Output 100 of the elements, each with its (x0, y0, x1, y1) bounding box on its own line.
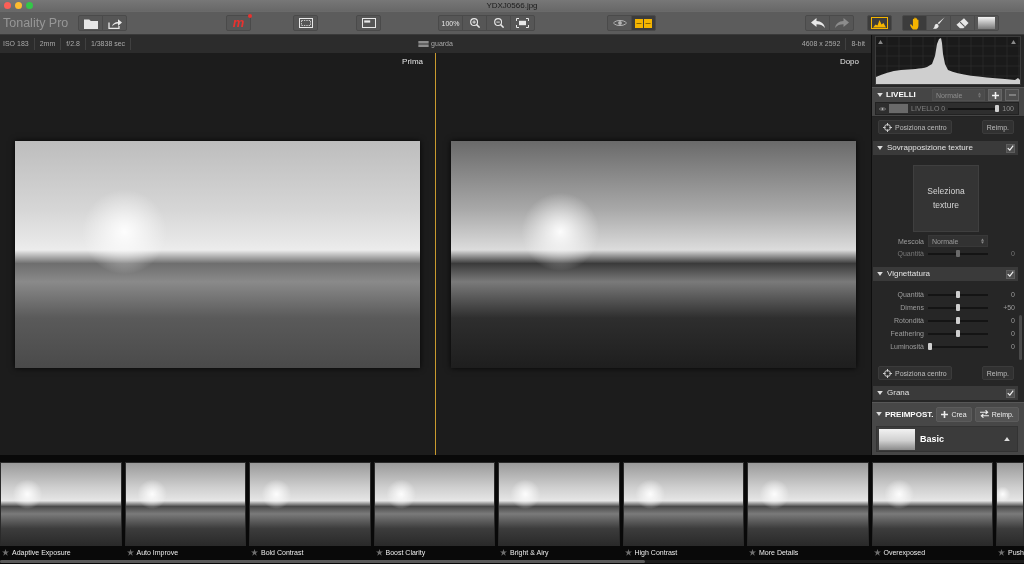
window-icon (361, 18, 376, 28)
preset-thumbnail (879, 428, 915, 450)
stepper-icon (978, 92, 981, 98)
hand-icon (909, 16, 920, 30)
scrollbar-track[interactable] (0, 560, 1024, 563)
checkmark-icon (1007, 271, 1014, 277)
triangle-icon[interactable] (1011, 40, 1016, 44)
export-button[interactable] (102, 15, 127, 31)
plus-icon (991, 91, 999, 99)
slider-thumb[interactable] (928, 343, 932, 350)
disclosure-triangle-icon[interactable] (877, 146, 883, 150)
gradient-icon (978, 17, 995, 29)
corners-icon (516, 18, 529, 28)
window-title: YDXJ0566.jpg (486, 0, 538, 11)
disclosure-triangle-icon[interactable] (877, 391, 883, 395)
section-header[interactable]: Grana (873, 386, 1018, 400)
target-icon (883, 122, 892, 132)
disclosure-triangle-icon[interactable] (877, 93, 883, 97)
star-icon[interactable] (873, 549, 881, 556)
slider-thumb[interactable] (956, 330, 960, 337)
open-button[interactable] (78, 15, 103, 31)
eraser-icon (956, 17, 969, 29)
star-icon[interactable] (749, 549, 756, 556)
star-icon[interactable] (998, 549, 1005, 556)
compare-label: Prima (402, 57, 423, 67)
preset-thumbnail[interactable] (498, 462, 620, 546)
star-icon[interactable] (251, 549, 258, 556)
section-header[interactable]: Vignettatura (873, 267, 1018, 281)
section-title: Vignettatura (887, 269, 930, 279)
scrollbar-thumb[interactable] (1019, 315, 1022, 360)
triangle-icon[interactable] (878, 40, 883, 44)
checkmark-icon (1007, 390, 1014, 396)
zoom-out-icon (493, 18, 504, 28)
minimize-button[interactable] (15, 2, 22, 9)
preset-thumbnail[interactable] (249, 462, 371, 546)
histogram-toggle-button[interactable] (867, 15, 892, 31)
split-view-icon (635, 18, 652, 28)
preset-thumbnail[interactable] (124, 462, 246, 546)
folder-icon (83, 17, 98, 29)
gradient-tool-button[interactable] (974, 15, 999, 31)
plus-icon (941, 410, 949, 418)
zoom-in-button[interactable] (462, 15, 487, 31)
section-header[interactable]: Sovrapposizione texture (873, 141, 1018, 155)
undo-icon (810, 18, 825, 28)
section-title: LIVELLI (886, 90, 916, 100)
preset-thumbnail[interactable] (622, 462, 744, 546)
panel-button[interactable] (356, 15, 381, 31)
slider-track[interactable] (948, 105, 1000, 112)
checkbox[interactable] (1006, 388, 1015, 398)
checkbox[interactable] (1006, 143, 1015, 153)
star-icon[interactable] (624, 549, 632, 556)
preset-thumbnail[interactable] (747, 462, 869, 546)
slider-thumb[interactable] (956, 317, 960, 324)
scrollbar-thumb[interactable] (0, 560, 645, 563)
eye-icon (612, 19, 627, 27)
frame-button[interactable] (293, 15, 318, 31)
checkmark-icon (1007, 145, 1014, 151)
caret-up-icon (1004, 437, 1010, 441)
redo-icon (834, 18, 849, 28)
disclosure-triangle-icon[interactable] (876, 412, 882, 416)
preset-name: Basic (920, 434, 946, 444)
add-layer-button[interactable] (988, 89, 1002, 101)
section-title: Grana (887, 388, 910, 398)
brush-icon (932, 17, 945, 29)
preset-thumbnail[interactable] (373, 462, 495, 546)
stacked-bars-icon (418, 41, 430, 47)
section-title: PREIMPOST. (885, 409, 934, 419)
slider-thumb[interactable] (956, 304, 960, 311)
preset-thumbnail[interactable] (0, 462, 122, 546)
slider-thumb[interactable] (956, 291, 960, 298)
zoom-out-button[interactable] (486, 15, 511, 31)
preset-thumbnail[interactable] (996, 462, 1024, 546)
stepper-icon (981, 238, 984, 244)
eye-icon[interactable] (879, 106, 886, 111)
frame-icon (298, 18, 313, 28)
star-icon[interactable] (500, 549, 507, 556)
section-title: Sovrapposizione texture (887, 143, 973, 153)
preset-item[interactable]: Basic (876, 426, 1018, 452)
target-icon (883, 368, 892, 378)
swap-arrows-icon (979, 410, 989, 418)
star-icon[interactable] (375, 549, 383, 556)
disclosure-triangle-icon[interactable] (877, 272, 883, 276)
slider-track[interactable] (928, 343, 988, 350)
brush-tool-button[interactable] (926, 15, 951, 31)
texture-select-button[interactable]: Seleziona texture (913, 165, 979, 232)
box-arrow-icon (107, 17, 122, 29)
split-mode-button[interactable] (631, 15, 656, 31)
minus-icon (1008, 94, 1016, 96)
star-icon[interactable] (126, 549, 134, 556)
compare-label: Dopo (839, 57, 859, 67)
eraser-tool-button[interactable] (950, 15, 975, 31)
histogram-icon (871, 17, 888, 29)
fit-button[interactable] (510, 15, 535, 31)
undo-button[interactable] (805, 15, 830, 31)
hand-tool-button[interactable] (902, 15, 927, 31)
preset-thumbnail[interactable] (871, 462, 993, 546)
slider-thumb[interactable] (995, 105, 1000, 112)
preview-mode-button[interactable] (607, 15, 632, 31)
star-icon[interactable] (2, 549, 9, 556)
checkbox[interactable] (1006, 269, 1015, 279)
